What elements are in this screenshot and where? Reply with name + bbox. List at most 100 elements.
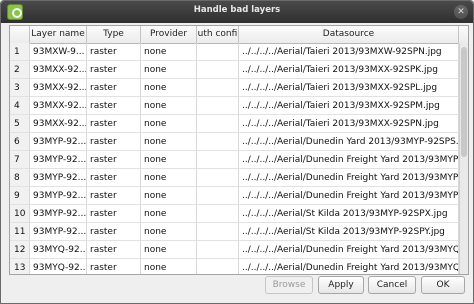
cancel-button[interactable]: Cancel [368, 276, 416, 294]
type-cell[interactable]: raster [87, 241, 141, 259]
provider-cell[interactable]: none [141, 169, 197, 187]
table-row[interactable]: 4 93MXX-92... raster none ../../../../Aerial… [10, 97, 468, 115]
header-auth-config[interactable]: uth confi [197, 26, 239, 43]
datasource-cell[interactable]: ../../../../Aerial/St Kilda 2013/93MYP-9… [239, 205, 459, 223]
datasource-cell[interactable]: ../../../../Aerial/Taieri 2013/93MXX-92S… [239, 79, 459, 97]
auth-config-cell[interactable] [197, 151, 239, 169]
type-cell[interactable]: raster [87, 43, 141, 61]
type-cell[interactable]: raster [87, 97, 141, 115]
type-cell[interactable]: raster [87, 61, 141, 79]
auth-config-cell[interactable] [197, 133, 239, 151]
close-button[interactable]: ✕ [454, 5, 468, 19]
provider-cell[interactable]: none [141, 61, 197, 79]
datasource-cell[interactable]: ../../../../Aerial/Dunedin Freight Yard … [239, 169, 459, 187]
datasource-cell[interactable]: ../../../../Aerial/St Kilda 2013/93MYP-9… [239, 223, 459, 241]
layer-name-cell[interactable]: 93MYQ-92... [30, 259, 87, 274]
type-cell[interactable]: raster [87, 133, 141, 151]
layer-name-cell[interactable]: 93MYP-92... [30, 187, 87, 205]
row-number-cell: 8 [10, 169, 30, 187]
row-number-cell: 5 [10, 115, 30, 133]
apply-button[interactable]: Apply [318, 276, 364, 294]
header-datasource[interactable]: Datasource [239, 26, 459, 43]
row-number-cell: 10 [10, 205, 30, 223]
layer-name-cell[interactable]: 93MYP-92... [30, 151, 87, 169]
bad-layers-table[interactable]: Layer name Type Provider uth confi Datas… [9, 25, 469, 275]
auth-config-cell[interactable] [197, 205, 239, 223]
table-row[interactable]: 7 93MYP-92... raster none ../../../../Aerial… [10, 151, 468, 169]
provider-cell[interactable]: none [141, 241, 197, 259]
type-cell[interactable]: raster [87, 151, 141, 169]
layer-name-cell[interactable]: 93MYQ-92... [30, 241, 87, 259]
header-layer-name[interactable]: Layer name [30, 26, 87, 43]
provider-cell[interactable]: none [141, 133, 197, 151]
layer-name-cell[interactable]: 93MXX-92... [30, 115, 87, 133]
type-cell[interactable]: raster [87, 205, 141, 223]
auth-config-cell[interactable] [197, 241, 239, 259]
type-cell[interactable]: raster [87, 115, 141, 133]
table-row[interactable]: 9 93MYP-92... raster none ../../../../Aerial… [10, 187, 468, 205]
provider-cell[interactable]: none [141, 151, 197, 169]
provider-cell[interactable]: none [141, 259, 197, 274]
row-number-cell: 9 [10, 187, 30, 205]
layer-name-cell[interactable]: 93MYP-92... [30, 205, 87, 223]
row-number-cell: 4 [10, 97, 30, 115]
table-header: Layer name Type Provider uth confi Datas… [10, 26, 468, 44]
type-cell[interactable]: raster [87, 187, 141, 205]
auth-config-cell[interactable] [197, 61, 239, 79]
datasource-cell[interactable]: ../../../../Aerial/Dunedin Freight Yard … [239, 187, 459, 205]
provider-cell[interactable]: none [141, 115, 197, 133]
provider-cell[interactable]: none [141, 205, 197, 223]
table-row[interactable]: 10 93MYP-92... raster none ../../../../Aeria… [10, 205, 468, 223]
browse-button[interactable]: Browse [265, 276, 313, 294]
row-number-cell: 7 [10, 151, 30, 169]
layer-name-cell[interactable]: 93MXX-92... [30, 97, 87, 115]
auth-config-cell[interactable] [197, 187, 239, 205]
layer-name-cell[interactable]: 93MYP-92... [30, 169, 87, 187]
datasource-cell[interactable]: ../../../../Aerial/Dunedin Yard 2013/93M… [239, 133, 459, 151]
row-number-cell: 6 [10, 133, 30, 151]
provider-cell[interactable]: none [141, 43, 197, 61]
table-row[interactable]: 12 93MYQ-92... raster none ../../../../Aeria… [10, 241, 468, 259]
type-cell[interactable]: raster [87, 223, 141, 241]
auth-config-cell[interactable] [197, 79, 239, 97]
table-row[interactable]: 13 93MYQ-92... raster none ../../../../Aeria… [10, 259, 468, 274]
table-row[interactable]: 6 93MYP-92... raster none ../../../../Aerial… [10, 133, 468, 151]
datasource-cell[interactable]: ../../../../Aerial/Dunedin Freight Yard … [239, 241, 459, 259]
datasource-cell[interactable]: ../../../../Aerial/Taieri 2013/93MXW-92S… [239, 43, 459, 61]
layer-name-cell[interactable]: 93MXX-92... [30, 79, 87, 97]
title-bar[interactable]: Handle bad layers ✕ [1, 1, 473, 23]
type-cell[interactable]: raster [87, 79, 141, 97]
provider-cell[interactable]: none [141, 223, 197, 241]
datasource-cell[interactable]: ../../../../Aerial/Taieri 2013/93MXX-92S… [239, 115, 459, 133]
table-row[interactable]: 5 93MXX-92... raster none ../../../../Aerial… [10, 115, 468, 133]
auth-config-cell[interactable] [197, 43, 239, 61]
layer-name-cell[interactable]: 93MXW-9... [30, 43, 87, 61]
ok-button[interactable]: OK [421, 276, 465, 294]
datasource-cell[interactable]: ../../../../Aerial/Taieri 2013/93MXX-92S… [239, 97, 459, 115]
auth-config-cell[interactable] [197, 259, 239, 274]
auth-config-cell[interactable] [197, 97, 239, 115]
table-row[interactable]: 3 93MXX-92... raster none ../../../../Aerial… [10, 79, 468, 97]
layer-name-cell[interactable]: 93MYP-92... [30, 133, 87, 151]
layer-name-cell[interactable]: 93MYP-92... [30, 223, 87, 241]
vertical-scrollbar[interactable] [459, 43, 468, 274]
datasource-cell[interactable]: ../../../../Aerial/Dunedin Freight Yard … [239, 151, 459, 169]
type-cell[interactable]: raster [87, 169, 141, 187]
table-row[interactable]: 1 93MXW-9... raster none ../../../../Aerial/… [10, 43, 468, 61]
header-type[interactable]: Type [87, 26, 141, 43]
provider-cell[interactable]: none [141, 97, 197, 115]
header-provider[interactable]: Provider [141, 26, 197, 43]
table-row[interactable]: 11 93MYP-92... raster none ../../../../Aeria… [10, 223, 468, 241]
auth-config-cell[interactable] [197, 169, 239, 187]
datasource-cell[interactable]: ../../../../Aerial/Dunedin Freight Yard … [239, 259, 459, 274]
datasource-cell[interactable]: ../../../../Aerial/Taieri 2013/93MXX-92S… [239, 61, 459, 79]
auth-config-cell[interactable] [197, 115, 239, 133]
auth-config-cell[interactable] [197, 223, 239, 241]
layer-name-cell[interactable]: 93MXX-92... [30, 61, 87, 79]
vertical-scroll-thumb[interactable] [461, 47, 467, 157]
provider-cell[interactable]: none [141, 187, 197, 205]
table-row[interactable]: 8 93MYP-92... raster none ../../../../Aerial… [10, 169, 468, 187]
table-row[interactable]: 2 93MXX-92... raster none ../../../../Aerial… [10, 61, 468, 79]
provider-cell[interactable]: none [141, 79, 197, 97]
type-cell[interactable]: raster [87, 259, 141, 274]
